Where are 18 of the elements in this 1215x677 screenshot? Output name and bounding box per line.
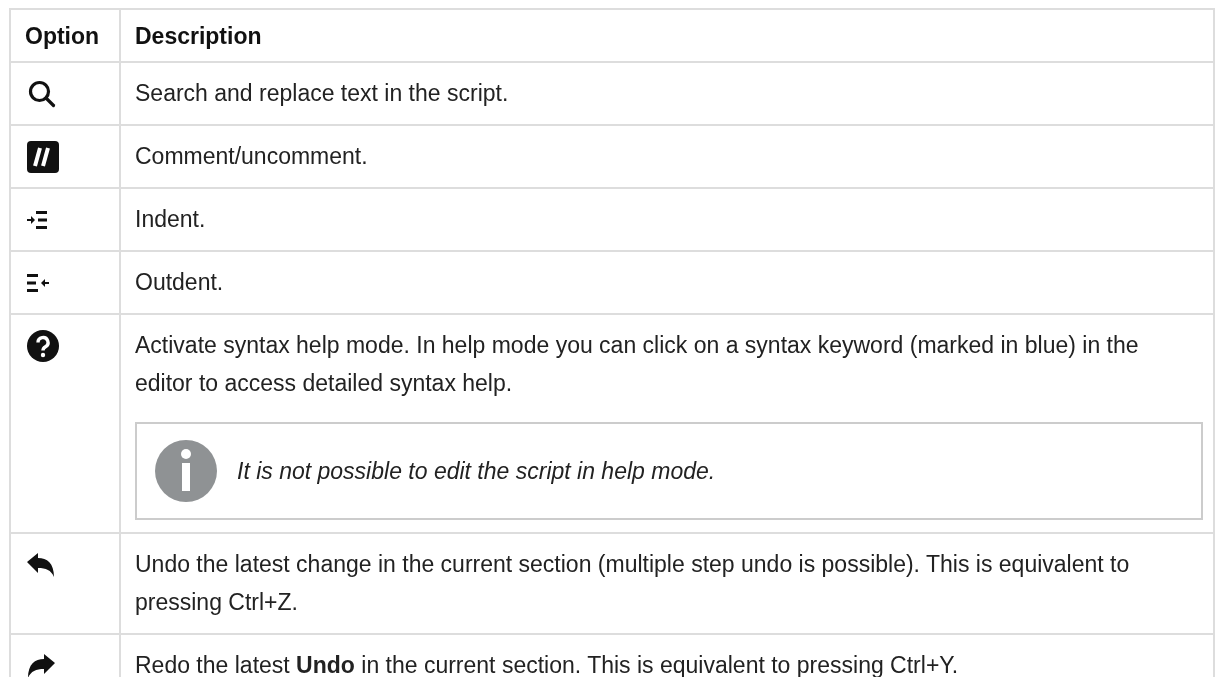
column-header: Description — [135, 23, 262, 49]
column-header: Option — [25, 23, 100, 49]
note-text: It is not possible to edit the script in help mode. — [237, 457, 716, 486]
indent-icon — [27, 210, 47, 229]
search-icon — [27, 78, 57, 109]
option-description: Redo the latest Undo in the current section. This is equivalent to pressing Ctrl+Y. — [135, 651, 960, 677]
option-description: Activate syntax help mode. In help mode you can click on a syntax keyword (marked in blue) in the editor to access detailed syntax help. — [135, 331, 1140, 398]
comment-icon — [27, 140, 59, 173]
info-icon — [155, 440, 217, 502]
help-icon — [27, 329, 59, 362]
option-description: Search and replace text in the script. — [135, 79, 510, 108]
undo-icon — [27, 552, 55, 577]
option-description: Indent. — [135, 205, 207, 234]
option-description: Undo the latest change in the current section (multiple step undo is possible). This is equivalent to pressing Ctrl+Z. — [135, 550, 1131, 617]
redo-icon — [27, 653, 55, 677]
option-description: Comment/uncomment. — [135, 142, 369, 171]
option-description: Outdent. — [135, 268, 225, 297]
outdent-icon — [27, 273, 49, 292]
